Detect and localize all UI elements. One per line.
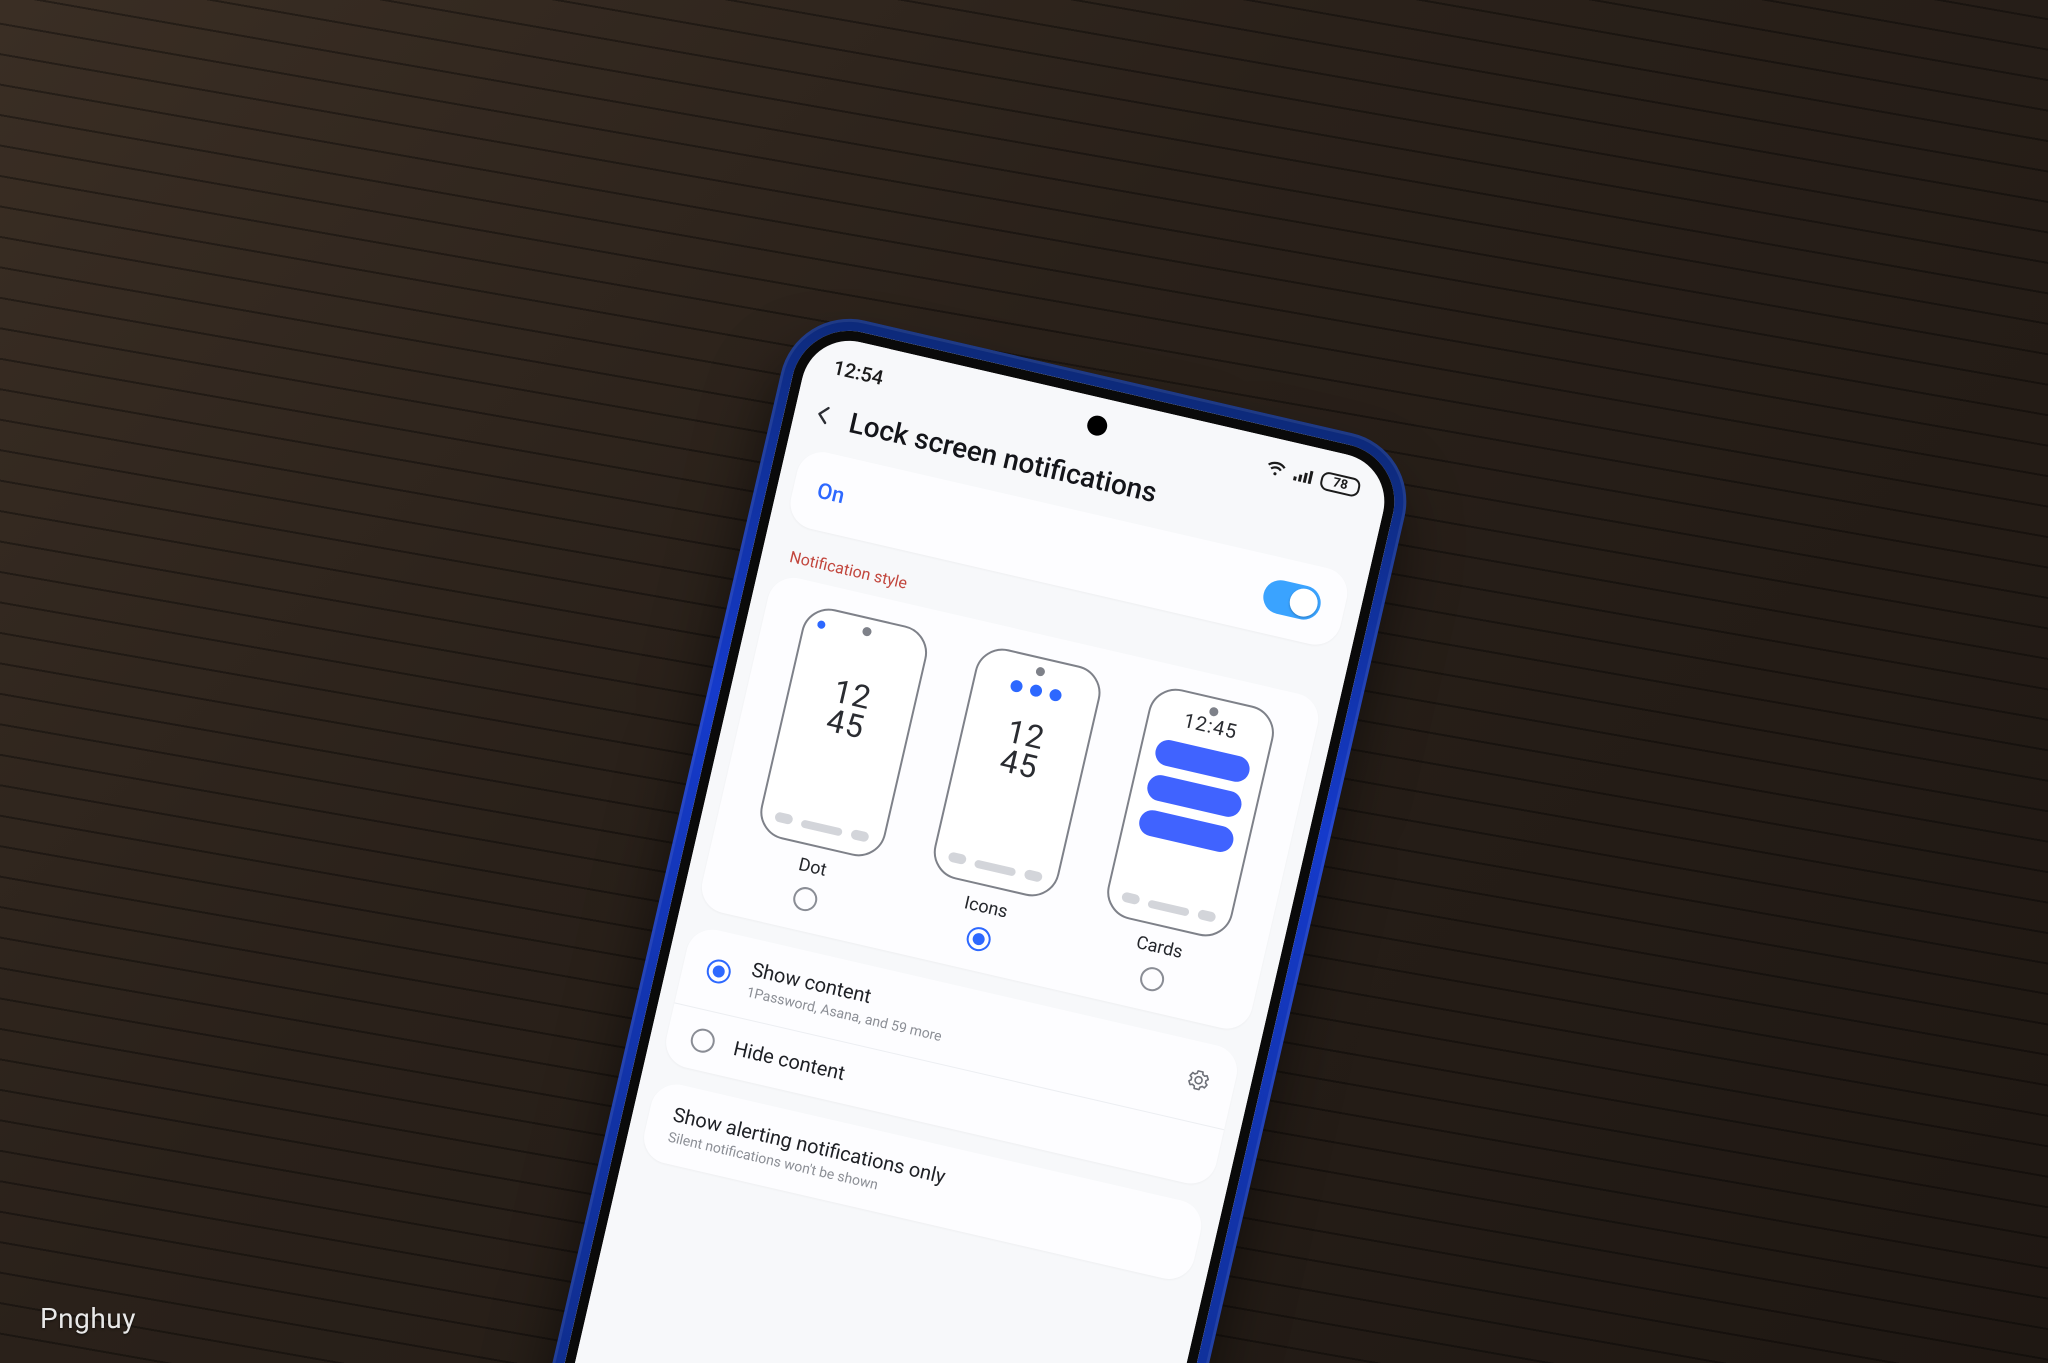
battery-level-icon: 78 <box>1319 470 1362 498</box>
radio-show-content[interactable] <box>704 957 733 986</box>
photographer-watermark: Pnghuy <box>40 1302 136 1335</box>
gear-icon[interactable] <box>1183 1066 1213 1099</box>
back-chevron-icon[interactable] <box>807 399 839 434</box>
style-preview-cards: 12:45 <box>1102 683 1280 942</box>
dot-indicator-icon <box>817 620 827 630</box>
icons-indicators <box>1009 679 1062 702</box>
radio-hide-content[interactable] <box>688 1026 717 1055</box>
wifi-icon <box>1265 459 1288 479</box>
status-clock: 12:54 <box>831 355 886 390</box>
style-preview-dot: 12 45 <box>755 603 933 862</box>
signal-icon <box>1292 465 1315 485</box>
preview-clock-mm: 45 <box>996 741 1042 787</box>
master-toggle[interactable] <box>1260 577 1324 623</box>
style-preview-icons: 12 45 <box>928 643 1106 902</box>
style-label-dot: Dot <box>797 854 829 881</box>
toggle-knob <box>1287 586 1321 620</box>
radio-style-dot[interactable] <box>791 885 820 914</box>
preview-clock-mm: 45 <box>823 701 869 747</box>
preview-clock-hhmm: 12:45 <box>1181 708 1240 744</box>
master-toggle-label: On <box>815 478 847 509</box>
style-option-icons[interactable]: 12 45 Icons <box>903 641 1117 968</box>
style-option-cards[interactable]: 12:45 Cards <box>1076 681 1290 1008</box>
style-label-cards: Cards <box>1134 932 1184 963</box>
style-label-icons: Icons <box>962 892 1009 922</box>
style-option-dot[interactable]: 12 45 Dot <box>729 601 943 928</box>
phone-screen: 12:54 <box>526 331 1394 1363</box>
radio-style-cards[interactable] <box>1138 965 1167 994</box>
phone-frame: 12:54 <box>500 305 1421 1363</box>
radio-style-icons[interactable] <box>964 925 993 954</box>
cards-indicators <box>1137 737 1253 854</box>
